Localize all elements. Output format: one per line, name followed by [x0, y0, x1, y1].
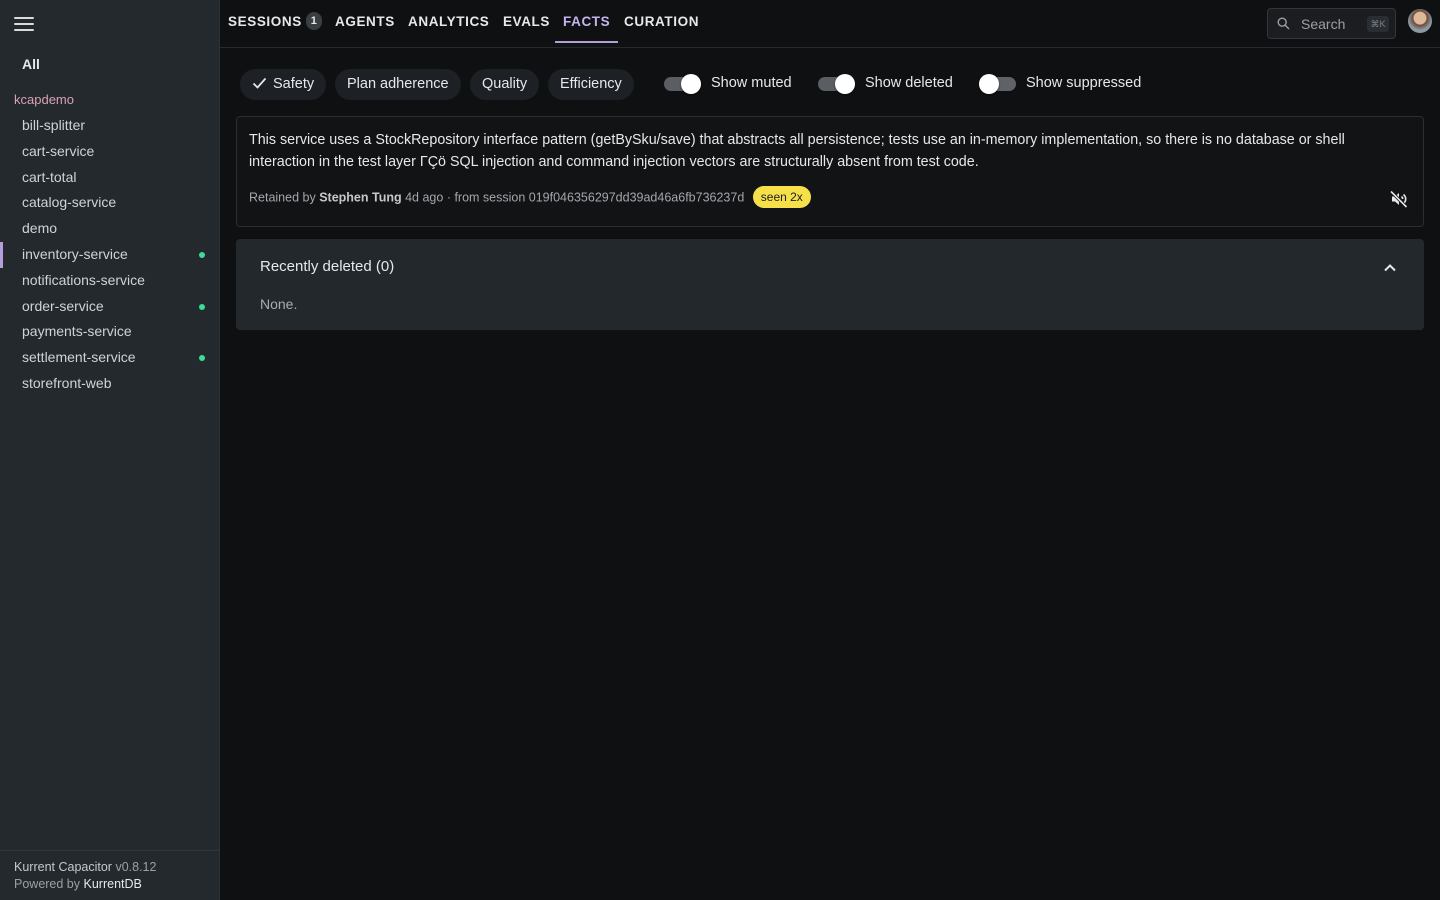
seen-count-badge: seen 2x: [752, 186, 811, 208]
filter-chip-quality[interactable]: Quality: [470, 69, 540, 100]
toggle-label: Show deleted: [865, 75, 953, 91]
sidebar-item-payments-service[interactable]: payments-service: [0, 319, 220, 345]
chip-label: Efficiency: [560, 76, 622, 92]
sidebar-item-inventory-service[interactable]: inventory-service: [0, 241, 220, 268]
status-dot: [199, 355, 205, 362]
tab-facts[interactable]: FACTS: [554, 0, 619, 43]
sidebar-item-label: cart-service: [22, 142, 95, 159]
sidebar-item-all[interactable]: All: [22, 56, 40, 72]
sidebar-item-catalog-service[interactable]: catalog-service: [0, 190, 220, 216]
mute-button[interactable]: [1389, 189, 1409, 209]
toggle-knob: [979, 74, 999, 94]
collapse-button[interactable]: [1382, 260, 1398, 276]
chip-label: Plan adherence: [347, 76, 449, 92]
sidebar-item-label: notifications-service: [22, 271, 145, 288]
toggle-label: Show suppressed: [1026, 75, 1142, 91]
tab-agents[interactable]: AGENTS: [335, 0, 395, 42]
sidebar-footer: Kurrent Capacitor v0.8.12 Powered by Kur…: [0, 850, 220, 900]
filter-chip-safety[interactable]: Safety: [240, 69, 327, 100]
status-dot: [199, 303, 205, 310]
search-placeholder: Search: [1301, 16, 1346, 32]
chevron-up-icon: [1384, 264, 1396, 272]
tab-label: EVALS: [503, 14, 551, 29]
tab-label: AGENTS: [335, 14, 395, 29]
sidebar-item-storefront-web[interactable]: storefront-web: [0, 371, 220, 397]
recently-deleted-panel: Recently deleted (0) None.: [236, 239, 1424, 330]
tab-sessions[interactable]: SESSIONS 1: [228, 0, 322, 42]
chip-label: Safety: [273, 76, 315, 92]
fact-age: 4d ago: [405, 190, 444, 205]
tab-analytics[interactable]: ANALYTICS: [408, 0, 489, 42]
fact-session-link[interactable]: · from session 019f046356297dd39ad46a6fb…: [447, 190, 744, 204]
sidebar-item-bill-splitter[interactable]: bill-splitter: [0, 113, 220, 139]
sidebar-group-label: kcapdemo: [14, 92, 74, 107]
sidebar-item-order-service[interactable]: order-service: [0, 294, 220, 320]
sidebar-item-cart-service[interactable]: cart-service: [0, 139, 220, 165]
check-icon: [252, 78, 267, 89]
toggle-knob: [681, 74, 701, 94]
sidebar-list: bill-splitter cart-service cart-total ca…: [0, 113, 220, 397]
sessions-count-badge: 1: [305, 12, 322, 31]
sidebar-item-label: storefront-web: [22, 374, 112, 391]
sidebar-item-label: payments-service: [22, 323, 132, 340]
sidebar-item-label: inventory-service: [22, 245, 128, 262]
powered-by-prefix: Powered by: [14, 877, 81, 891]
recently-deleted-title[interactable]: Recently deleted (0): [260, 258, 394, 275]
sidebar: All kcapdemo bill-splitter cart-service …: [0, 0, 220, 900]
search-icon: [1277, 17, 1290, 30]
toggle-label: Show muted: [711, 75, 792, 91]
volume-off-icon: [1389, 190, 1408, 209]
chip-label: Quality: [482, 76, 528, 92]
tab-evals[interactable]: EVALS: [503, 0, 550, 42]
sidebar-item-label: settlement-service: [22, 349, 136, 366]
filter-chip-efficiency[interactable]: Efficiency: [548, 69, 634, 100]
sidebar-item-label: bill-splitter: [22, 117, 86, 133]
avatar[interactable]: [1408, 9, 1432, 33]
recently-deleted-empty: None.: [260, 296, 298, 312]
tab-label: ANALYTICS: [408, 14, 490, 29]
sidebar-item-label: cart-total: [22, 168, 77, 185]
fact-text: This service uses a StockRepository inte…: [249, 132, 1345, 170]
product-name: Kurrent Capacitor: [14, 860, 112, 874]
search-shortcut: ⌘K: [1367, 16, 1389, 32]
top-nav: SESSIONS 1 AGENTS ANALYTICS EVALS FACTS C…: [220, 0, 1440, 48]
toggle-knob: [835, 74, 855, 94]
fact-meta: Retained by Stephen Tung 4d ago · from s…: [249, 186, 811, 209]
fact-author: Stephen Tung: [319, 190, 402, 205]
filter-chip-plan-adherence[interactable]: Plan adherence: [335, 69, 461, 100]
sidebar-item-label: demo: [22, 220, 58, 237]
product-version: v0.8.12: [115, 860, 157, 874]
sidebar-item-cart-total[interactable]: cart-total: [0, 165, 220, 191]
retained-prefix: Retained by: [249, 190, 316, 205]
tab-label: SESSIONS: [228, 14, 302, 29]
status-dot: [199, 251, 205, 258]
tab-curation[interactable]: CURATION: [624, 0, 699, 42]
sidebar-item-label: order-service: [22, 297, 104, 314]
tab-label: FACTS: [563, 14, 611, 29]
sidebar-item-demo[interactable]: demo: [0, 216, 220, 242]
sidebar-item-notifications-service[interactable]: notifications-service: [0, 268, 220, 294]
search-input[interactable]: Search ⌘K: [1267, 8, 1396, 39]
fact-card: This service uses a StockRepository inte…: [236, 116, 1424, 227]
sidebar-item-settlement-service[interactable]: settlement-service: [0, 345, 220, 371]
sidebar-item-label: catalog-service: [22, 194, 117, 211]
powered-by-link[interactable]: KurrentDB: [84, 877, 142, 891]
menu-icon[interactable]: [14, 16, 34, 32]
tab-label: CURATION: [624, 14, 700, 29]
